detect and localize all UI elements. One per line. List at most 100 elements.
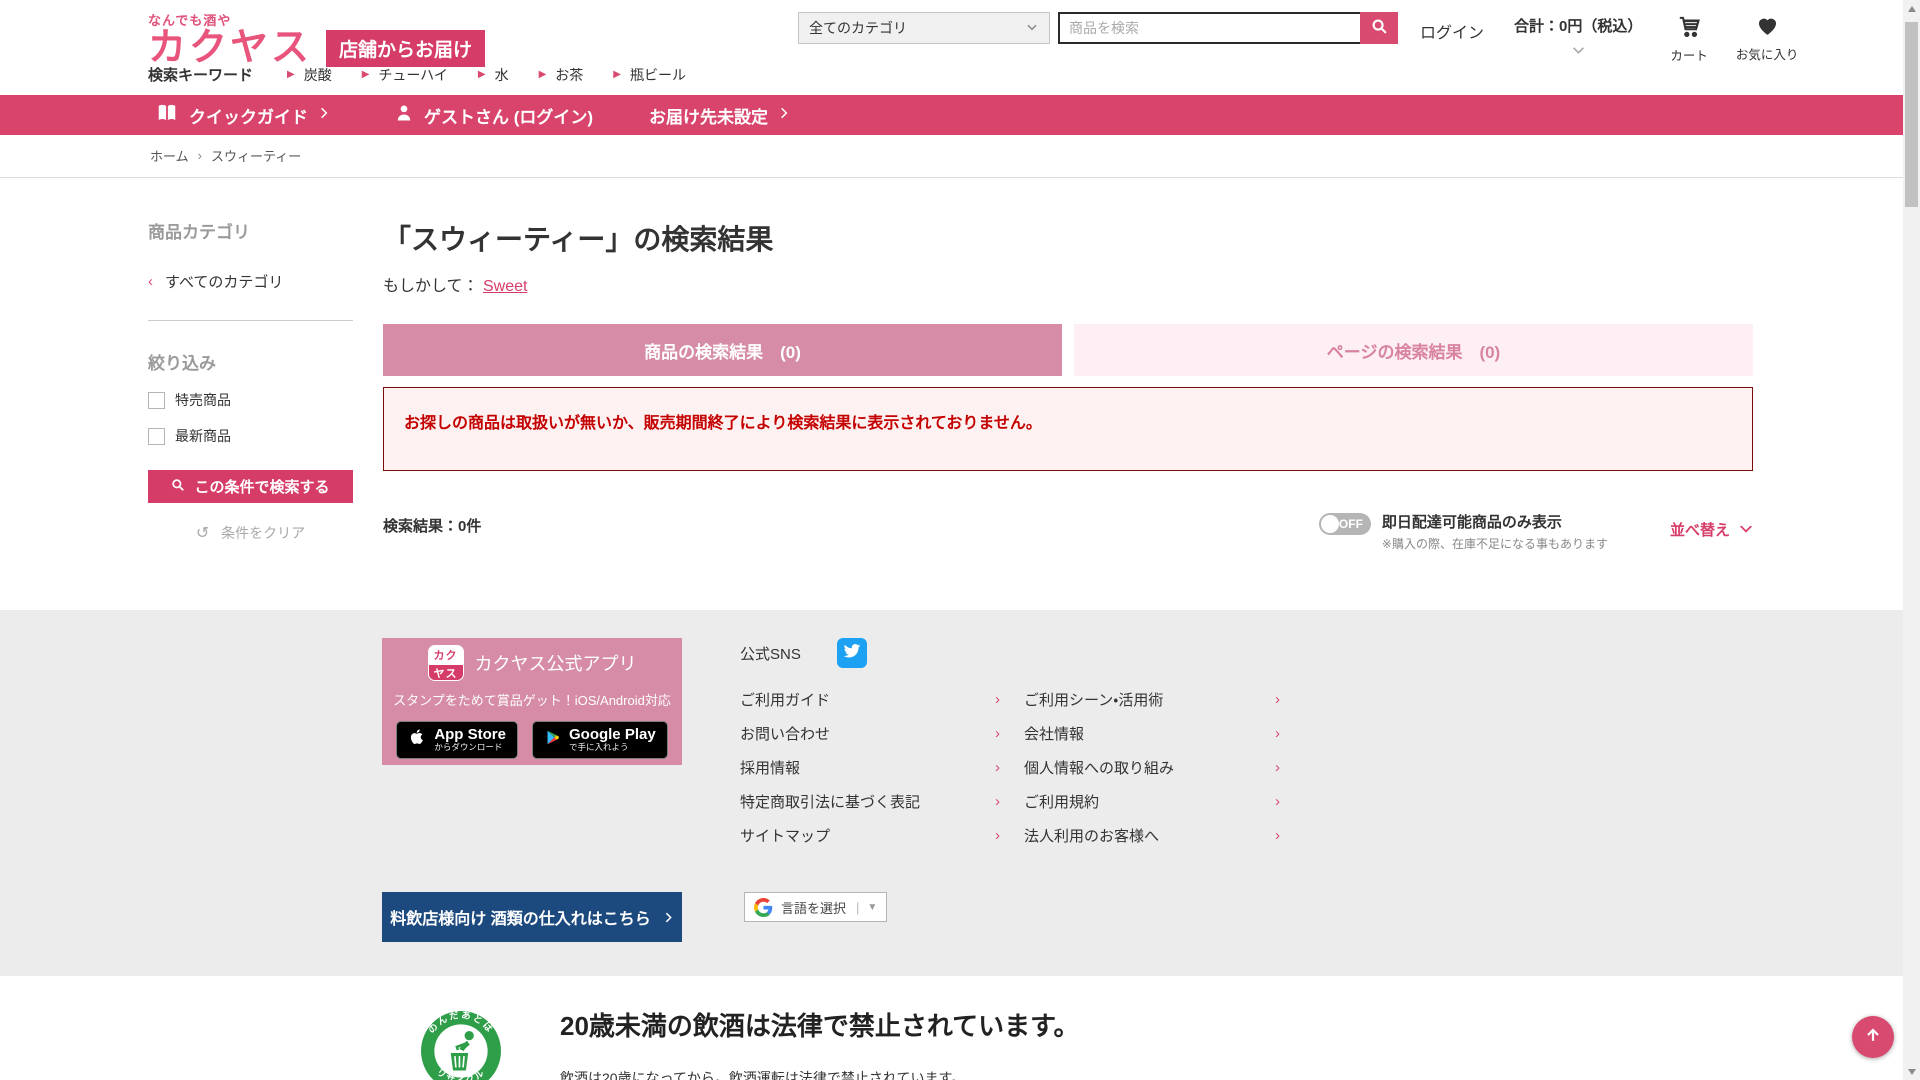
keyword-link[interactable]: ▶ お茶: [539, 65, 584, 85]
chevron-right-icon: ›: [1275, 826, 1280, 844]
footer-link-guide[interactable]: ご利用ガイド ›: [740, 682, 1000, 716]
scrollbar-thumb[interactable]: [1905, 22, 1918, 207]
tab-page-results[interactable]: ページの検索結果 (0): [1074, 324, 1753, 376]
category-select[interactable]: 全てのカテゴリ: [798, 12, 1050, 44]
google-play-badge[interactable]: Google Play で手に入れよう: [531, 720, 668, 759]
footer-link-label: 個人情報への取り組み: [1024, 759, 1175, 777]
quick-guide-link[interactable]: クイックガイド: [155, 102, 330, 129]
chevron-right-icon: ›: [995, 792, 1000, 810]
scrollbar[interactable]: [1903, 0, 1920, 1080]
clear-filters-button[interactable]: ↺ 条件をクリア: [148, 523, 353, 543]
search-keywords-row: 検索キーワード ▶ 炭酸 ▶ チューハイ ▶ 水 ▶ お茶 ▶ 瓶ビール: [148, 64, 1920, 95]
footer-link-terms[interactable]: ご利用規約 ›: [1024, 784, 1280, 818]
recycle-logo: のんだあとは リサイクル: [420, 1010, 502, 1080]
cart-total: 合計：0円（税込）: [1514, 18, 1643, 35]
chevron-right-icon: ›: [1275, 792, 1280, 810]
footer-link-contact[interactable]: お問い合わせ ›: [740, 716, 1000, 750]
suggestion-label: もしかして：: [383, 278, 479, 295]
heart-icon: [1755, 13, 1780, 44]
keyword-label: お茶: [555, 66, 584, 83]
guest-login-link[interactable]: ゲストさん (ログイン): [394, 103, 603, 128]
breadcrumb: ホーム › スウィーティー: [0, 135, 1920, 178]
apple-icon: [408, 727, 426, 752]
legal-title: 20歳未満の飲酒は法律で禁止されています。: [560, 1011, 1080, 1041]
search-button[interactable]: [1360, 12, 1398, 44]
triangle-icon: ▶: [287, 69, 295, 80]
checkbox[interactable]: [148, 391, 165, 409]
scrollbar-arrow-down[interactable]: [1903, 1063, 1920, 1080]
footer-link-sitemap[interactable]: サイトマップ ›: [740, 818, 1000, 852]
chevron-right-icon: ›: [1275, 724, 1280, 742]
footer-link-corporate[interactable]: 法人利用のお客様へ ›: [1024, 818, 1280, 852]
keyword-link[interactable]: ▶ 炭酸: [287, 65, 332, 85]
chevron-down-icon: [1025, 20, 1039, 37]
search-input[interactable]: [1058, 12, 1360, 44]
app-promo-box: カク ヤス カクヤス公式アプリ スタンプをためて賞品ゲット！iOS/Androi…: [382, 638, 682, 765]
page: なんでも酒や カクヤス 店舗からお届け 全てのカテゴリ ログイン 合計：0円（税…: [0, 0, 1920, 1080]
keyword-link[interactable]: ▶ 水: [478, 65, 509, 85]
book-icon: [155, 102, 179, 129]
twitter-link[interactable]: [836, 638, 867, 668]
filter-label: 特売商品: [175, 392, 231, 408]
all-categories-label: すべてのカテゴリ: [165, 274, 284, 291]
app-icon-text-bottom: ヤス: [428, 664, 463, 680]
login-link[interactable]: ログイン: [1420, 10, 1484, 43]
footer-link-recruit[interactable]: 採用情報 ›: [740, 750, 1000, 784]
site-logo[interactable]: なんでも酒や カクヤス: [148, 10, 312, 69]
delivery-setting-link[interactable]: お届け先未設定: [639, 103, 790, 128]
app-store-sublabel: からダウンロード: [434, 742, 503, 753]
scroll-to-top-button[interactable]: [1852, 1016, 1894, 1058]
sort-dropdown[interactable]: 並べ替え: [1670, 511, 1753, 540]
delivery-label: お届け先未設定: [649, 107, 769, 127]
breadcrumb-home-link[interactable]: ホーム: [150, 146, 189, 165]
tab-product-results[interactable]: 商品の検索結果 (0): [383, 324, 1062, 376]
site-header: なんでも酒や カクヤス 店舗からお届け 全てのカテゴリ ログイン 合計：0円（税…: [0, 0, 1920, 95]
breadcrumb-current: スウィーティー: [210, 149, 302, 164]
dropdown-caret-icon: ▼: [867, 901, 878, 913]
keyword-label: 瓶ビール: [629, 66, 686, 83]
cart-total-dropdown[interactable]: 合計：0円（税込）: [1514, 10, 1642, 60]
toggle-note: ※購入の際、在庫不足になる事もあります: [1381, 537, 1608, 551]
cart-button[interactable]: カート: [1670, 10, 1708, 64]
divider: |: [856, 899, 860, 915]
legal-line: 飲酒は20歳になってから。飲酒運転は法律で禁止されています。: [560, 1070, 966, 1080]
chevron-right-icon: ›: [995, 826, 1000, 844]
chevron-right-icon: ›: [995, 690, 1000, 708]
keyword-link[interactable]: ▶ 瓶ビール: [613, 65, 686, 85]
empty-results-message: お探しの商品は取扱いが無いか、販売期間終了により検索結果に表示されておりません。: [383, 387, 1753, 471]
keyword-link[interactable]: ▶ チューハイ: [362, 65, 448, 85]
page-title: 「スウィーティー」の検索結果: [383, 224, 774, 255]
logo-block[interactable]: なんでも酒や カクヤス 店舗からお届け: [148, 10, 798, 69]
same-day-delivery-toggle[interactable]: OFF: [1318, 513, 1371, 535]
footer-link-label: ご利用ガイド: [740, 691, 831, 709]
app-store-badge[interactable]: App Store からダウンロード: [396, 720, 518, 759]
language-selector[interactable]: 言語を選択 | ▼: [744, 892, 888, 922]
favorites-button[interactable]: お気に入り: [1736, 10, 1798, 63]
filter-new-items[interactable]: 最新商品: [148, 426, 353, 446]
footer-link-privacy[interactable]: 個人情報への取り組み ›: [1024, 750, 1280, 784]
chevron-right-icon: ›: [995, 724, 1000, 742]
filter-sale-items[interactable]: 特売商品: [148, 390, 353, 410]
checkbox[interactable]: [148, 427, 165, 445]
guest-label: ゲストさん (ログイン): [424, 107, 594, 127]
apply-filters-label: この条件で検索する: [194, 479, 330, 496]
apply-filters-button[interactable]: この条件で検索する: [148, 470, 353, 503]
footer-link-scenes[interactable]: ご利用シーン・活用術 ›: [1024, 682, 1280, 716]
filter-section-title: 絞り込み: [148, 354, 216, 373]
footer-link-company[interactable]: 会社情報 ›: [1024, 716, 1280, 750]
result-tabs: 商品の検索結果 (0) ページの検索結果 (0): [383, 324, 1753, 376]
footer-link-label: 法人利用のお客様へ: [1024, 827, 1160, 845]
suggestion-link[interactable]: Sweet: [483, 278, 527, 295]
b2b-wholesale-button[interactable]: 料飲店様向け 酒類の仕入れはこちら: [382, 892, 682, 942]
footer-link-label: サイトマップ: [740, 827, 831, 845]
google-play-icon: [544, 728, 561, 752]
sidebar-divider: [148, 320, 353, 321]
footer-link-label: 特定商取引法に基づく表記: [740, 793, 921, 811]
all-categories-link[interactable]: ‹ すべてのカテゴリ: [148, 271, 353, 292]
language-label: 言語を選択: [781, 900, 847, 916]
results-bar: 検索結果：0件 OFF 即日配達可能商品のみ表示 ※購入の際、在庫不足になる事も…: [383, 511, 1753, 552]
footer-link-tokushoho[interactable]: 特定商取引法に基づく表記 ›: [740, 784, 1000, 818]
chevron-right-icon: ›: [1275, 758, 1280, 776]
twitter-icon: [843, 642, 861, 665]
scrollbar-arrow-up[interactable]: [1903, 0, 1920, 17]
